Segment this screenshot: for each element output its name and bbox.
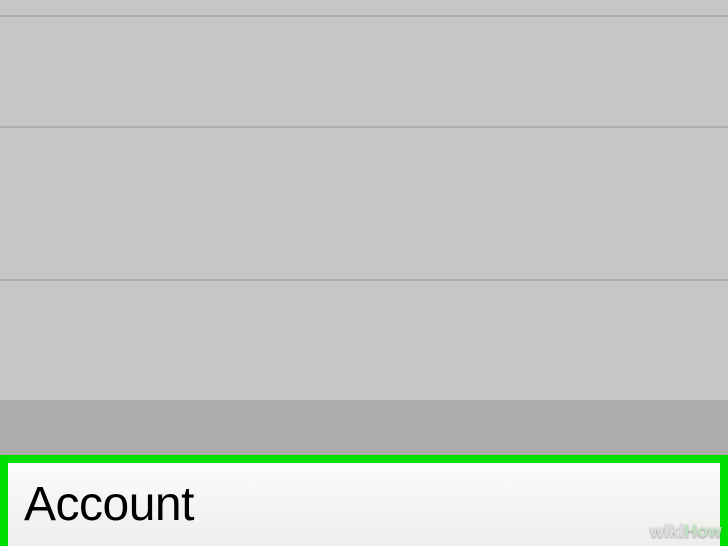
watermark-part1: wiki xyxy=(650,521,684,541)
account-label: Account xyxy=(24,477,194,532)
list-row[interactable] xyxy=(0,281,728,400)
account-row[interactable]: Account xyxy=(8,463,720,546)
section-gap xyxy=(0,400,728,455)
list-row[interactable] xyxy=(0,17,728,128)
watermark-part2: How xyxy=(684,521,722,541)
list-row[interactable] xyxy=(0,128,728,281)
highlight-box: Account xyxy=(0,455,728,546)
watermark: wikiHow xyxy=(650,521,722,542)
list-row[interactable] xyxy=(0,0,728,17)
